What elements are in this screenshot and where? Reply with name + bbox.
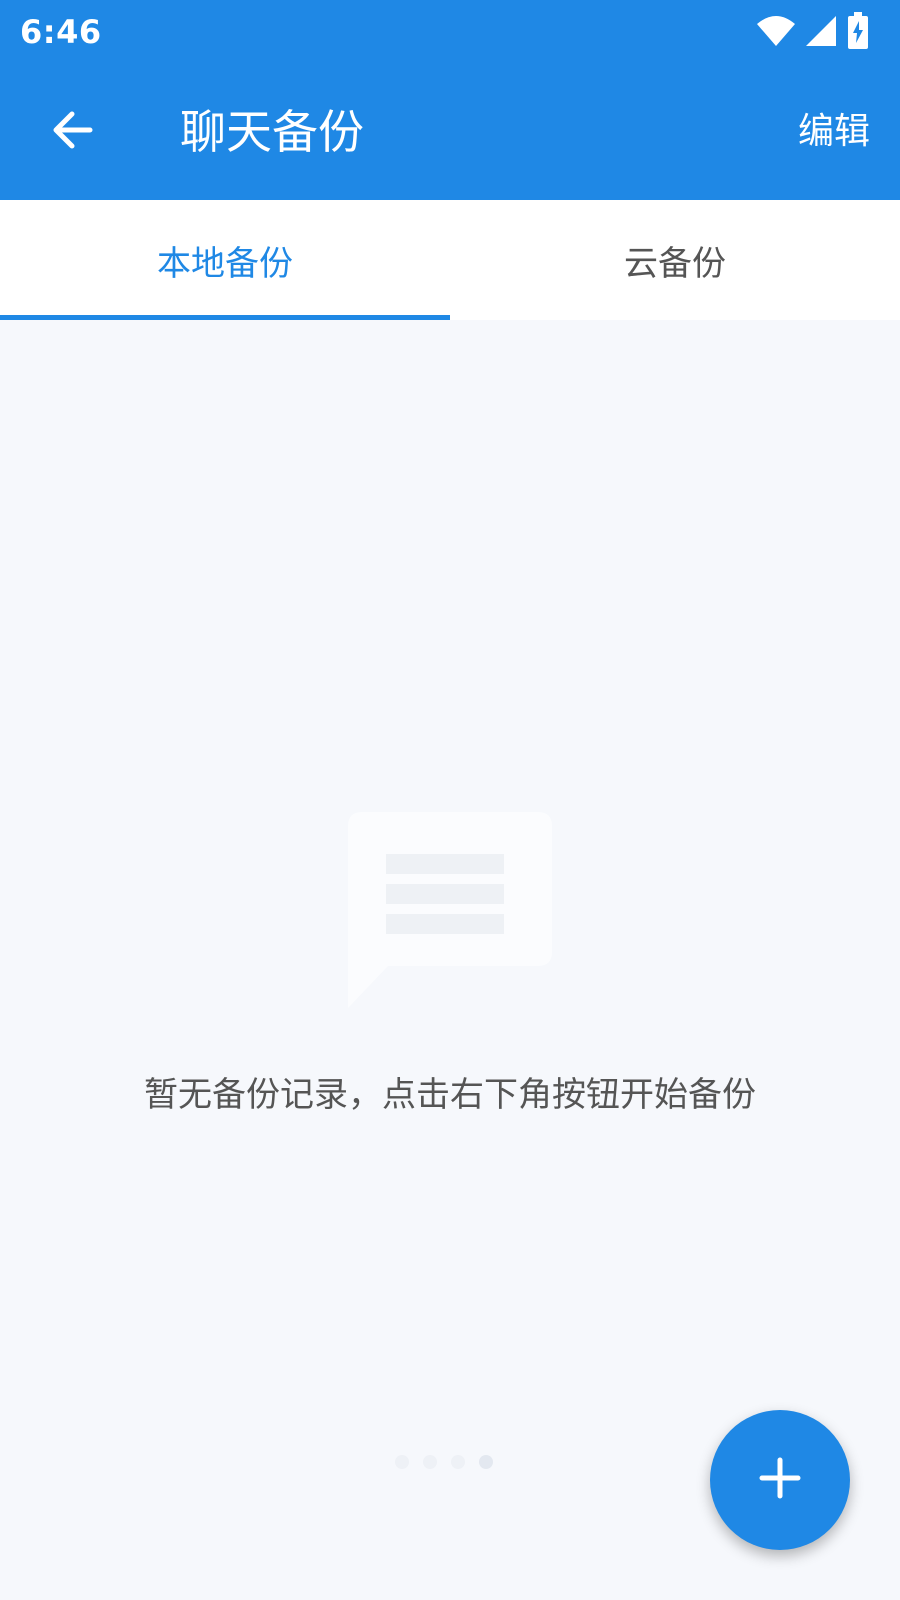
page-dot xyxy=(451,1455,465,1469)
chat-message-icon xyxy=(348,812,552,1012)
page-dot xyxy=(423,1455,437,1469)
add-backup-button[interactable] xyxy=(710,1410,850,1550)
page-dot xyxy=(395,1455,409,1469)
plus-icon xyxy=(758,1456,802,1504)
page-title: 聊天备份 xyxy=(180,105,364,159)
tab-bar: 本地备份 云备份 xyxy=(0,200,900,320)
status-time: 6:46 xyxy=(20,13,102,51)
battery-charging-icon xyxy=(846,12,870,54)
tab-cloud-backup[interactable]: 云备份 xyxy=(450,200,900,320)
cellular-signal-icon xyxy=(804,14,838,52)
status-bar: 6:46 xyxy=(0,0,900,64)
empty-state-message: 暂无备份记录，点击右下角按钮开始备份 xyxy=(144,1075,756,1115)
edit-button[interactable]: 编辑 xyxy=(798,106,870,158)
page-dot xyxy=(479,1455,493,1469)
back-button[interactable] xyxy=(40,100,104,164)
wifi-icon xyxy=(756,14,796,52)
tab-local-backup[interactable]: 本地备份 xyxy=(0,200,450,320)
content-area: 暂无备份记录，点击右下角按钮开始备份 xyxy=(0,320,900,1600)
arrow-left-icon xyxy=(50,108,94,156)
app-bar: 聊天备份 编辑 xyxy=(0,64,900,200)
status-icons xyxy=(756,12,870,54)
page-indicator xyxy=(395,1455,493,1469)
